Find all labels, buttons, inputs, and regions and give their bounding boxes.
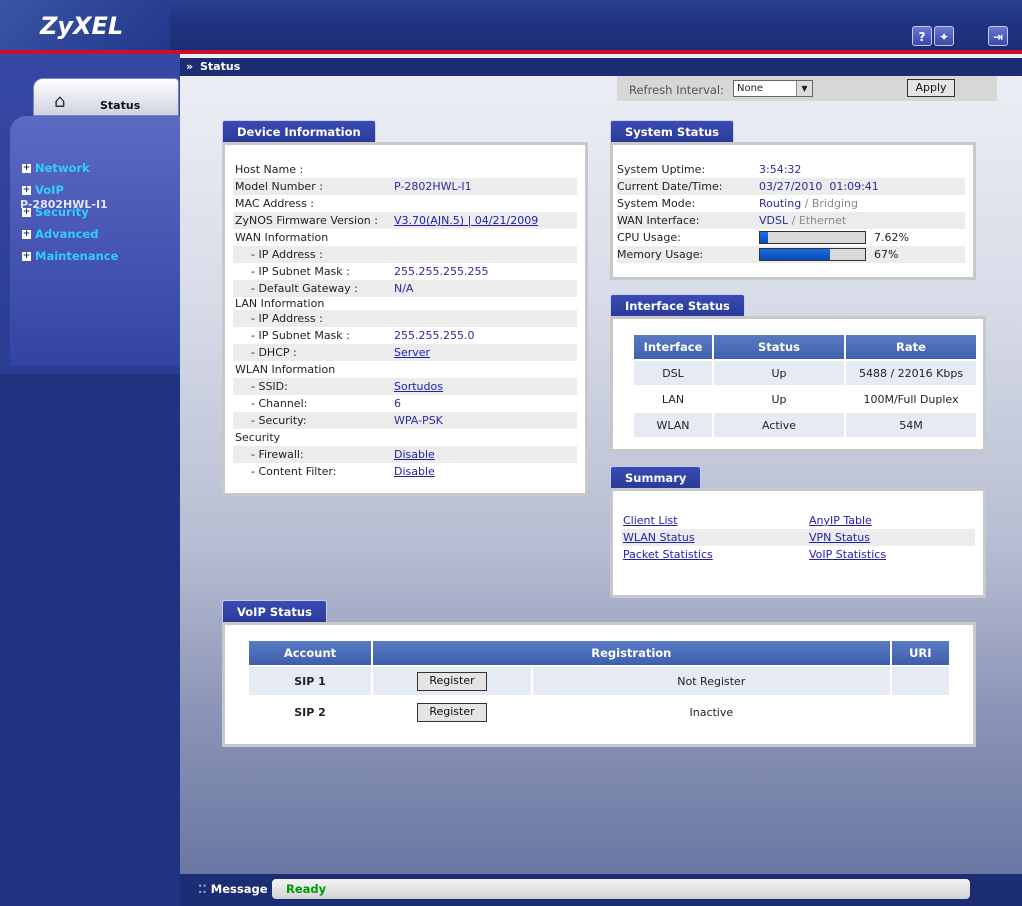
memory-usage-bar <box>759 248 866 261</box>
message-label: ⁚⁚ Message <box>198 882 268 896</box>
summary-title: Summary <box>610 466 702 488</box>
voip-status-panel: Account Registration URI SIP 1 Register No… <box>222 622 976 747</box>
sidebar: ⌂ Status P-2802HWL-I1 + Network + VoIP + Se… <box>0 54 180 906</box>
interface-status-title: Interface Status <box>610 294 745 316</box>
table-row: WLAN Active 54M <box>632 411 978 439</box>
register-button[interactable]: Register <box>417 702 487 722</box>
sidebar-item-security[interactable]: + Security <box>22 205 89 219</box>
client-list-link[interactable]: Client List <box>623 514 678 527</box>
sidebar-panel <box>10 116 180 366</box>
apply-button[interactable]: Apply <box>907 79 955 97</box>
wizard-icon[interactable]: ✦ <box>934 26 954 46</box>
table-row: LAN Up 100M/Full Duplex <box>632 385 978 413</box>
message-box: Ready <box>272 879 970 899</box>
voip-table: Account Registration URI SIP 1 Register No… <box>247 639 952 729</box>
breadcrumb: » Status <box>180 58 1022 76</box>
voip-status-title: VoIP Status <box>222 600 327 622</box>
table-row: SIP 2 Register Inactive <box>247 695 952 729</box>
table-row: SIP 1 Register Not Register <box>247 665 952 697</box>
anyip-table-link[interactable]: AnyIP Table <box>809 514 872 527</box>
chevron-down-icon: ▼ <box>796 81 812 96</box>
main-content: » Status Refresh Interval: None ▼ Apply De… <box>180 54 1022 874</box>
sidebar-item-maintenance[interactable]: + Maintenance <box>22 249 118 263</box>
top-header: ZyXEL ? ✦ ⇥ <box>0 0 1022 50</box>
firmware-link[interactable]: V3.70(AJN.5) | 04/21/2009 <box>394 214 538 227</box>
logout-icon[interactable]: ⇥ <box>988 26 1008 46</box>
sidebar-item-voip[interactable]: + VoIP <box>22 183 64 197</box>
device-information-title: Device Information <box>222 120 376 142</box>
cpu-usage-bar <box>759 231 866 244</box>
device-information-panel: Host Name : Model Number : P-2802HWL-I1 M… <box>222 142 588 496</box>
voip-statistics-link[interactable]: VoIP Statistics <box>809 548 886 561</box>
ssid-link[interactable]: Sortudos <box>394 380 443 393</box>
interface-table: Interface Status Rate DSL Up 5488 / 22016 Kb… <box>632 333 978 439</box>
message-bar: ⁚⁚ Message Ready <box>180 874 1022 906</box>
table-row: DSL Up 5488 / 22016 Kbps <box>632 359 978 387</box>
expand-icon: + <box>22 185 31 195</box>
content-filter-link[interactable]: Disable <box>394 465 435 478</box>
help-icon[interactable]: ? <box>912 26 932 46</box>
tab-status[interactable]: ⌂ Status <box>33 78 179 116</box>
router-icon: ⌂ <box>54 91 66 112</box>
firewall-link[interactable]: Disable <box>394 448 435 461</box>
chevron-right-icon: » <box>186 60 194 73</box>
register-button[interactable]: Register <box>417 671 487 691</box>
packet-statistics-link[interactable]: Packet Statistics <box>623 548 713 561</box>
vpn-status-link[interactable]: VPN Status <box>809 531 870 544</box>
expand-icon: + <box>22 163 31 173</box>
refresh-interval-select[interactable]: None ▼ <box>733 80 813 97</box>
refresh-interval-label: Refresh Interval: <box>629 83 724 97</box>
expand-icon: + <box>22 251 31 261</box>
refresh-bar: Refresh Interval: None ▼ Apply <box>617 76 997 101</box>
zyxel-logo: ZyXEL <box>0 0 170 50</box>
system-status-title: System Status <box>610 120 734 142</box>
expand-icon: + <box>22 229 31 239</box>
dhcp-link[interactable]: Server <box>394 346 430 359</box>
summary-panel: Client List AnyIP Table WLAN Status VPN St… <box>610 488 986 598</box>
expand-icon: + <box>22 207 31 217</box>
interface-status-panel: Interface Status Rate DSL Up 5488 / 22016 Kb… <box>610 316 986 452</box>
wlan-status-link[interactable]: WLAN Status <box>623 531 695 544</box>
system-status-panel: System Uptime: 3:54:32 Current Date/Time:… <box>610 142 976 280</box>
status-message: Ready <box>286 882 327 896</box>
grip-icon: ⁚⁚ <box>198 882 207 896</box>
sidebar-item-advanced[interactable]: + Advanced <box>22 227 98 241</box>
sidebar-item-network[interactable]: + Network <box>22 161 90 175</box>
